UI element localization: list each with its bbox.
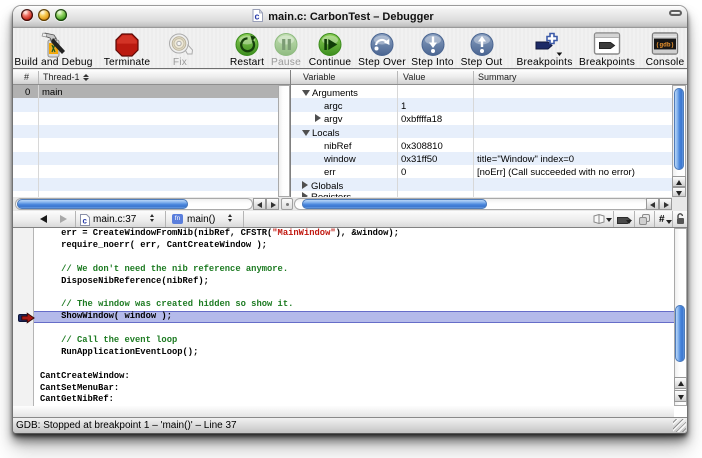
svg-text:(gdb): (gdb) [656,42,675,49]
svg-text:c: c [255,12,260,22]
svg-text:c: c [82,216,87,225]
